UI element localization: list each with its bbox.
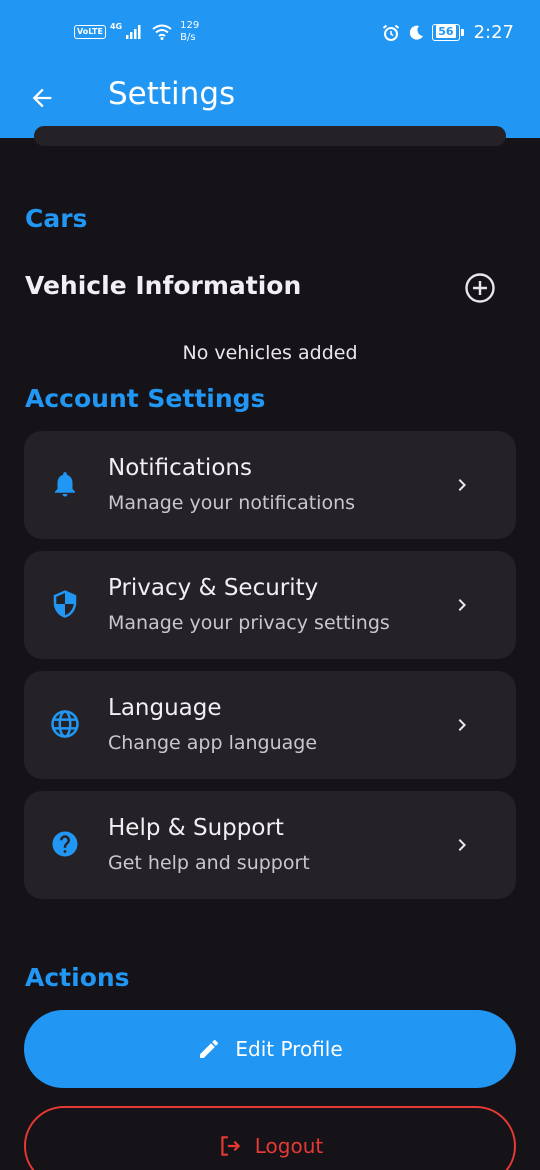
logout-label: Logout <box>254 1134 324 1158</box>
add-circle-icon <box>465 273 495 303</box>
cars-section-title: Cars <box>25 204 88 233</box>
status-right: 56 2:27 <box>382 22 514 43</box>
add-vehicle-button[interactable] <box>462 270 498 306</box>
logout-button[interactable]: Logout <box>24 1106 516 1170</box>
vehicle-info-title: Vehicle Information <box>25 271 302 300</box>
settings-item-title: Privacy & Security <box>108 575 319 601</box>
edit-profile-button[interactable]: Edit Profile <box>24 1010 516 1088</box>
battery-indicator: 56 <box>432 24 464 41</box>
globe-icon <box>51 710 79 738</box>
pencil-icon <box>200 1039 219 1058</box>
settings-item-language[interactable]: Language Change app language <box>24 671 516 779</box>
account-settings-title: Account Settings <box>25 384 266 413</box>
no-vehicles-message: No vehicles added <box>182 342 358 364</box>
actions-section-title: Actions <box>25 963 130 992</box>
settings-item-notifications[interactable]: Notifications Manage your notifications <box>24 431 516 539</box>
speed-unit: B/s <box>180 32 196 43</box>
settings-item-subtitle: Get help and support <box>108 852 310 874</box>
settings-item-subtitle: Change app language <box>108 732 318 754</box>
arrow-back-icon <box>32 88 52 108</box>
chevron-right-icon <box>458 599 466 611</box>
settings-item-title: Language <box>108 695 222 721</box>
bell-icon <box>55 472 75 497</box>
logout-icon <box>221 1136 240 1156</box>
settings-item-subtitle: Manage your notifications <box>108 492 356 514</box>
volte-badge: VoLTE <box>74 25 106 39</box>
alarm-icon <box>383 24 400 41</box>
settings-item-subtitle: Manage your privacy settings <box>108 612 390 634</box>
moon-icon <box>410 25 424 40</box>
status-left: VoLTE 4G 129 B/s <box>74 20 199 44</box>
battery-level: 56 <box>436 25 456 38</box>
wifi-icon <box>152 24 172 40</box>
scrolled-card-edge <box>34 126 506 146</box>
network-type: 4G <box>109 21 123 31</box>
settings-item-privacy[interactable]: Privacy & Security Manage your privacy s… <box>24 551 516 659</box>
settings-item-help[interactable]: Help & Support Get help and support <box>24 791 516 899</box>
chevron-right-icon <box>458 479 466 491</box>
shield-icon <box>53 590 77 618</box>
status-bar: VoLTE 4G 129 B/s 56 2:27 <box>0 0 540 66</box>
settings-item-title: Notifications <box>108 455 252 481</box>
signal-icon <box>126 25 141 39</box>
network-speed: 129 B/s <box>180 20 199 44</box>
clock: 2:27 <box>473 22 514 43</box>
page-title: Settings <box>108 76 236 112</box>
edit-profile-label: Edit Profile <box>235 1037 343 1061</box>
back-button[interactable] <box>24 80 60 116</box>
chevron-right-icon <box>458 719 466 731</box>
settings-item-title: Help & Support <box>108 815 284 841</box>
help-icon <box>52 831 78 857</box>
speed-value: 129 <box>180 20 200 31</box>
chevron-right-icon <box>458 839 466 851</box>
